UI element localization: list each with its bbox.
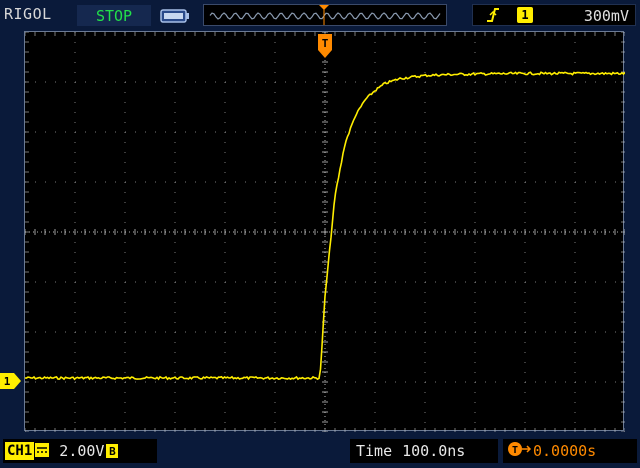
timebase-label: Time — [356, 442, 393, 460]
trigger-position-marker: T — [318, 34, 332, 58]
channel-1-scale[interactable]: CH1 2.00V B — [3, 439, 157, 463]
graticule-grid — [25, 32, 625, 432]
channel-marker-label: 1 — [4, 375, 11, 388]
run-stop-status[interactable]: STOP — [77, 5, 151, 26]
memory-depth-bar[interactable] — [203, 4, 447, 26]
waveform-display[interactable]: T — [24, 31, 625, 432]
channel-1-trace — [25, 71, 625, 381]
channel-label: CH1 — [5, 442, 35, 460]
trigger-offset-icon-label: T — [512, 445, 518, 456]
bottom-status-bar: CH1 2.00V B Time 100.0ns T 0.0000s — [0, 436, 640, 468]
vertical-scale-value: 2.00V — [59, 442, 105, 460]
trigger-settings[interactable]: 1 300mV — [472, 4, 636, 26]
trigger-level: 300mV — [583, 7, 629, 25]
timebase-display[interactable]: Time 100.0ns — [350, 439, 498, 463]
rising-edge-icon — [485, 6, 501, 28]
battery-icon — [160, 8, 190, 27]
trigger-marker-label: T — [322, 37, 329, 50]
trigger-offset-value: 0.0000s — [533, 442, 597, 460]
trigger-offset-icon: T — [508, 441, 532, 461]
top-status-bar: RIGOL STOP 1 300mV — [0, 0, 640, 30]
trigger-source-badge: 1 — [517, 7, 533, 23]
brand-logo: RIGOL — [4, 5, 52, 23]
bandwidth-limit-badge: B — [106, 444, 119, 458]
trigger-offset-display[interactable]: T 0.0000s — [503, 439, 637, 463]
channel-1-ground-marker[interactable]: 1 — [0, 373, 22, 393]
timebase-value: 100.0ns — [402, 442, 466, 460]
dc-coupling-icon — [35, 442, 50, 461]
